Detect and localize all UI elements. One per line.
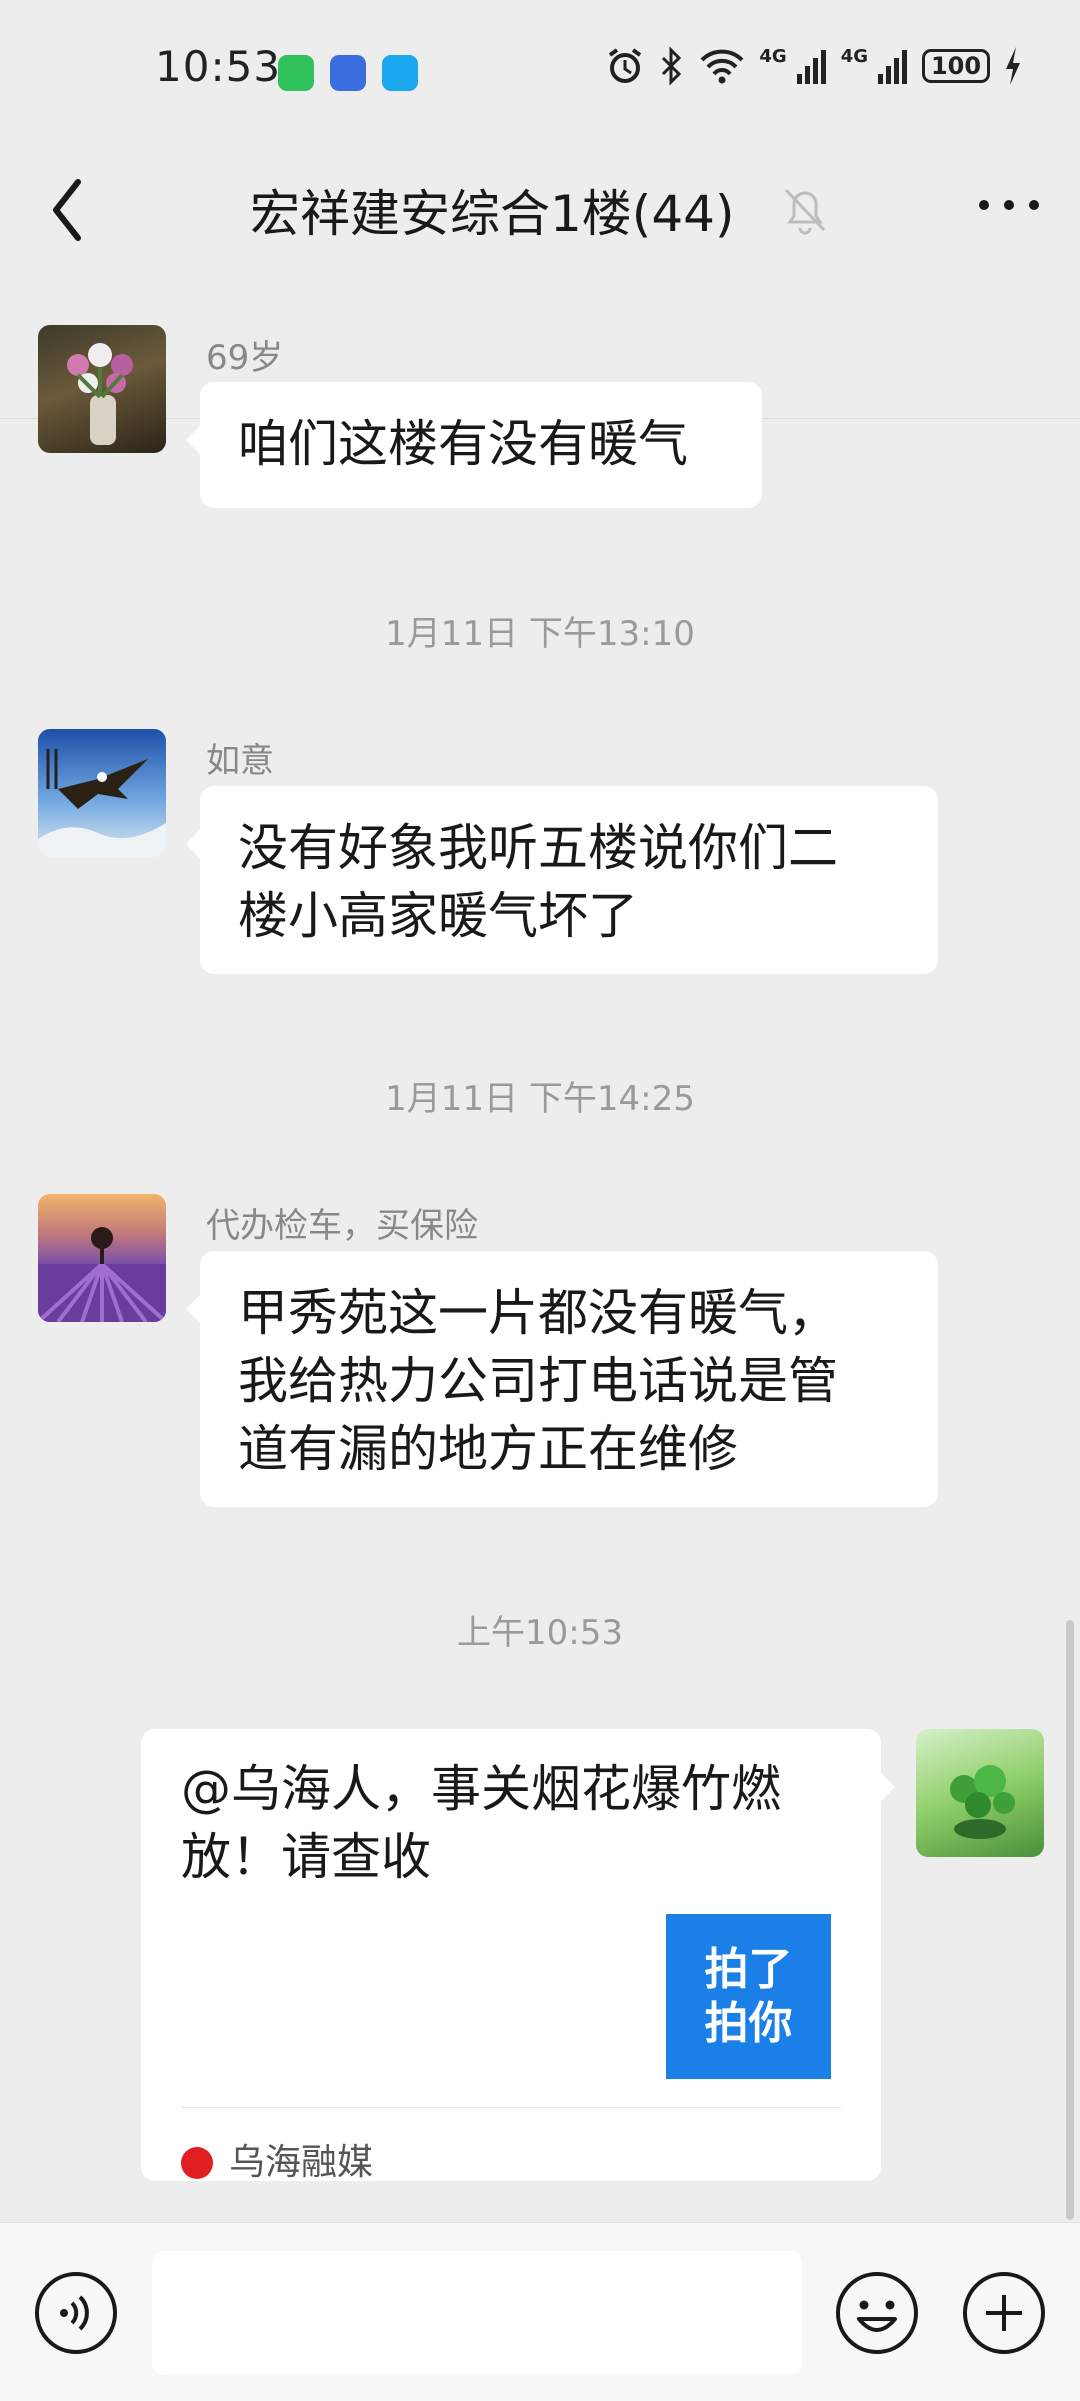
status-indicators: 4G 4G 100: [605, 46, 1022, 86]
link-card[interactable]: @乌海人，事关烟花爆竹燃 放！请查收 拍了 拍你 乌海融媒: [141, 1729, 895, 2183]
avatar-eagle[interactable]: [38, 729, 166, 857]
sender-name: 如意: [206, 741, 274, 781]
timestamp: 上午10:53: [457, 1613, 623, 1653]
signal-1-label: 4G: [759, 45, 787, 67]
sender-name: 69岁: [206, 338, 284, 378]
chat-header: 宏祥建安综合1楼(44): [0, 140, 1080, 419]
timestamp: 1月11日 下午13:10: [385, 614, 695, 654]
signal-1-icon: [796, 50, 826, 84]
status-time: 10:53: [155, 42, 282, 91]
message-text-line: 甲秀苑这一片都没有暖气，: [238, 1284, 838, 1342]
message-text-line: 我给热力公司打电话说是管: [238, 1352, 838, 1410]
avatar-lavender[interactable]: [38, 1194, 166, 1322]
message-bubble[interactable]: 咱们这楼有没有暖气: [186, 382, 762, 508]
charging-icon: [1006, 47, 1020, 85]
more-dots-icon[interactable]: [976, 190, 1042, 220]
card-title-line: 放！请查收: [181, 1828, 431, 1886]
sender-name: 代办检车，买保险: [206, 1206, 478, 1246]
message-bubble[interactable]: 甲秀苑这一片都没有暖气， 我给热力公司打电话说是管 道有漏的地方正在维修: [186, 1251, 938, 1507]
signal-2-icon: [878, 50, 907, 84]
status-bar: 10:53 4G 4G 100: [0, 0, 1080, 140]
avatar-self-plant[interactable]: [916, 1729, 1044, 1857]
wifi-icon: [700, 49, 744, 84]
wechat-notification-icon: [278, 55, 314, 91]
search-app-notification-icon: [382, 55, 418, 91]
emoji-icon[interactable]: [833, 2269, 921, 2357]
app-notification-icon: [330, 55, 366, 91]
plus-icon[interactable]: [960, 2269, 1048, 2357]
scrollbar[interactable]: [1066, 1620, 1074, 2220]
message-text-line: 道有漏的地方正在维修: [238, 1420, 738, 1478]
chat-title: 宏祥建安综合1楼(44): [250, 185, 735, 243]
card-source: 乌海融媒: [181, 2129, 373, 2197]
message-text: 咱们这楼有没有暖气: [238, 415, 688, 473]
alarm-icon: [609, 48, 642, 83]
chevron-left-icon[interactable]: [48, 170, 88, 250]
message-input[interactable]: [152, 2251, 802, 2375]
card-thumbnail-line: 拍你: [704, 1997, 793, 2049]
card-divider: [181, 2107, 841, 2108]
message-bubble[interactable]: 没有好象我听五楼说你们二 楼小高家暖气坏了: [186, 786, 938, 974]
battery-indicator: 100: [922, 49, 990, 83]
card-thumbnail: 拍了 拍你: [666, 1914, 831, 2079]
bell-off-icon: [784, 188, 826, 235]
timestamp: 1月11日 下午14:25: [385, 1079, 695, 1119]
voice-icon[interactable]: [32, 2269, 120, 2357]
card-thumbnail-line: 拍了: [704, 1943, 793, 1995]
signal-2-label: 4G: [840, 45, 868, 67]
card-title-line: @乌海人，事关烟花爆竹燃: [181, 1760, 781, 1818]
bluetooth-icon: [662, 46, 682, 86]
input-bar: [0, 2222, 1080, 2401]
card-source-name: 乌海融媒: [229, 2142, 374, 2183]
message-text-line: 楼小高家暖气坏了: [238, 887, 638, 945]
avatar-flowers[interactable]: [38, 325, 166, 453]
message-text-line: 没有好象我听五楼说你们二: [238, 819, 838, 877]
source-logo-icon: [181, 2147, 213, 2179]
